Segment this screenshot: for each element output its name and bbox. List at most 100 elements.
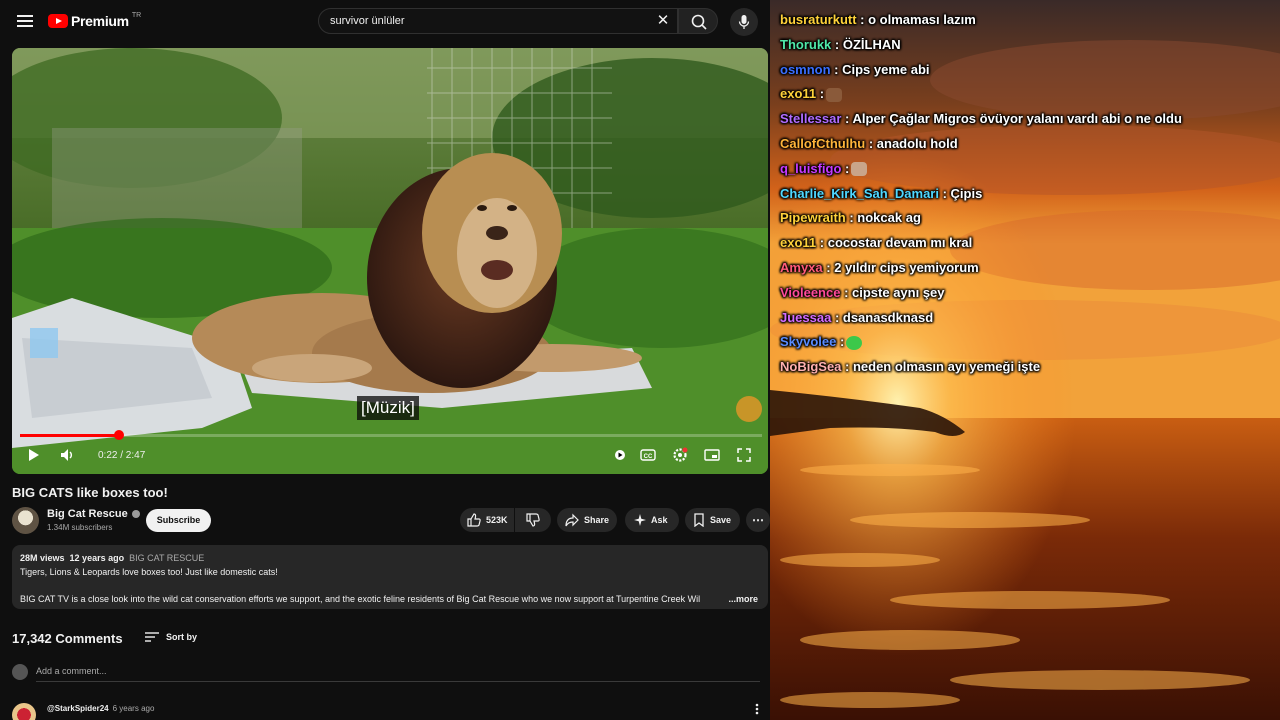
save-label: Save <box>710 515 732 525</box>
chat-username[interactable]: Stellessar <box>780 111 841 126</box>
chat-message: Violeence : cipste aynı şey <box>780 285 945 300</box>
chat-message: Pipewraith : nokcak ag <box>780 210 921 225</box>
voice-search-button[interactable] <box>730 8 758 36</box>
more-actions-button[interactable]: ⋯ <box>746 508 770 532</box>
channel-name[interactable]: Big Cat Rescue <box>47 508 128 520</box>
chat-message: Skyvolee : <box>780 334 863 350</box>
chat-username[interactable]: busraturkutt <box>780 12 857 27</box>
like-button[interactable]: 523K <box>460 508 514 532</box>
chat-message: busraturkutt : o olmaması lazım <box>780 12 976 27</box>
chat-username[interactable]: Violeence <box>780 285 840 300</box>
sort-comments-button[interactable]: Sort by <box>144 630 197 644</box>
dislike-button[interactable] <box>515 508 551 532</box>
share-button[interactable]: Share <box>557 508 617 532</box>
autoplay-toggle[interactable] <box>611 446 629 469</box>
miniplayer-icon <box>704 449 720 461</box>
comment-more-icon[interactable] <box>752 702 762 716</box>
chat-username[interactable]: Skyvolee <box>780 334 836 349</box>
time-display: 0:22 / 2:47 <box>98 450 146 461</box>
video-caption: [Müzik] <box>357 396 419 420</box>
chat-username[interactable]: NoBigSea <box>780 359 841 374</box>
comment-author[interactable]: @StarkSpider24 <box>47 704 109 713</box>
miniplayer-button[interactable] <box>703 446 721 469</box>
chat-username[interactable]: Amyxa <box>780 260 823 275</box>
fullscreen-button[interactable] <box>735 446 753 469</box>
chat-message: osmnon : Cips yeme abi <box>780 62 930 77</box>
fullscreen-icon <box>737 448 751 462</box>
chat-message: Thorukk : ÖZİLHAN <box>780 37 901 52</box>
subtitles-button[interactable]: CC <box>639 446 657 469</box>
comment-author-row: @StarkSpider24 6 years ago <box>47 704 154 713</box>
sort-icon <box>145 632 159 642</box>
chat-text: : 2 yıldır cips yemiyorum <box>822 260 979 275</box>
like-count: 523K <box>486 515 508 525</box>
search-button[interactable] <box>678 8 718 34</box>
clear-search-icon[interactable]: ✕ <box>655 13 671 29</box>
chat-emote-icon <box>826 87 843 102</box>
chat-text: : <box>816 86 825 102</box>
verified-badge-icon <box>131 510 140 519</box>
chat-username[interactable]: exo11 <box>780 235 816 250</box>
volume-icon <box>61 449 72 461</box>
chat-text: : o olmaması lazım <box>856 12 976 27</box>
channel-watermark-icon[interactable] <box>736 396 762 422</box>
progress-bar[interactable] <box>20 430 762 440</box>
subscribe-button[interactable]: Subscribe <box>146 509 211 532</box>
youtube-header: Premium TR survivor ünlüler ✕ <box>0 0 770 44</box>
gear-icon <box>673 447 688 462</box>
description-more-link[interactable]: ...more <box>725 594 758 604</box>
search-icon <box>691 14 707 30</box>
chat-username[interactable]: exo11 <box>780 86 816 101</box>
bookmark-icon <box>694 513 704 527</box>
chat-text: : anadolu hold <box>865 136 958 151</box>
settings-button[interactable] <box>671 446 689 469</box>
hamburger-menu-icon[interactable] <box>14 12 36 30</box>
search-query: survivor ünlüler <box>330 15 405 27</box>
play-button[interactable] <box>26 446 42 469</box>
youtube-panel: Premium TR survivor ünlüler ✕ [Müzik] 0:… <box>0 0 770 720</box>
user-avatar <box>12 664 28 680</box>
chat-message: NoBigSea : neden olmasın ayı yemeği işte <box>780 359 1040 374</box>
comment-time[interactable]: 6 years ago <box>113 704 155 713</box>
volume-button[interactable] <box>58 446 76 469</box>
description-box[interactable]: 28M views 12 years ago BIG CAT RESCUE Ti… <box>12 545 768 609</box>
comment-avatar[interactable] <box>12 703 36 720</box>
microphone-icon <box>738 15 750 29</box>
search-input[interactable]: survivor ünlüler ✕ <box>318 8 678 34</box>
chat-username[interactable]: Charlie_Kirk_Sah_Damari <box>780 186 939 201</box>
chat-message: CallofCthulhu : anadolu hold <box>780 136 958 151</box>
upload-age: 12 years ago <box>69 553 125 563</box>
ask-button[interactable]: Ask <box>625 508 679 532</box>
view-count: 28M views <box>20 553 65 563</box>
stream-chat-panel: busraturkutt : o olmaması lazım Thorukk :… <box>770 0 1280 720</box>
chat-text: : Alper Çağlar Migros övüyor yalanı vard… <box>841 111 1182 127</box>
thumbs-up-icon <box>467 513 481 527</box>
chat-username[interactable]: Pipewraith <box>780 210 846 225</box>
channel-avatar[interactable] <box>12 507 39 534</box>
chat-message: Juessaa : dsanasdknasd <box>780 310 933 325</box>
youtube-play-logo-icon <box>48 14 68 28</box>
play-icon <box>29 449 39 461</box>
chat-username[interactable]: q_luisfigo <box>780 161 841 176</box>
share-label: Share <box>584 515 610 525</box>
progress-scrubber[interactable] <box>113 430 124 440</box>
channel-name-row[interactable]: Big Cat Rescue <box>47 508 140 520</box>
logo-text: Premium <box>71 13 129 29</box>
save-button[interactable]: Save <box>685 508 740 532</box>
chat-text: : <box>841 160 850 176</box>
subscriber-count: 1.34M subscribers <box>47 523 113 532</box>
chat-username[interactable]: osmnon <box>780 62 831 77</box>
description-line-2: BIG CAT TV is a close look into the wild… <box>20 594 701 604</box>
chat-text: : neden olmasın ayı yemeği işte <box>841 359 1041 375</box>
chat-username[interactable]: CallofCthulhu <box>780 136 865 151</box>
share-icon <box>565 513 579 527</box>
progress-played <box>20 434 119 437</box>
chat-username[interactable]: Juessaa <box>780 310 831 325</box>
chat-text: : Cips yeme abi <box>830 61 930 77</box>
sort-label: Sort by <box>166 632 198 642</box>
description-tag[interactable]: BIG CAT RESCUE <box>129 553 204 563</box>
add-comment-input[interactable]: Add a comment... <box>36 666 760 682</box>
youtube-premium-logo[interactable]: Premium TR <box>48 10 141 32</box>
sparkle-icon <box>634 514 646 526</box>
chat-username[interactable]: Thorukk <box>780 37 831 52</box>
